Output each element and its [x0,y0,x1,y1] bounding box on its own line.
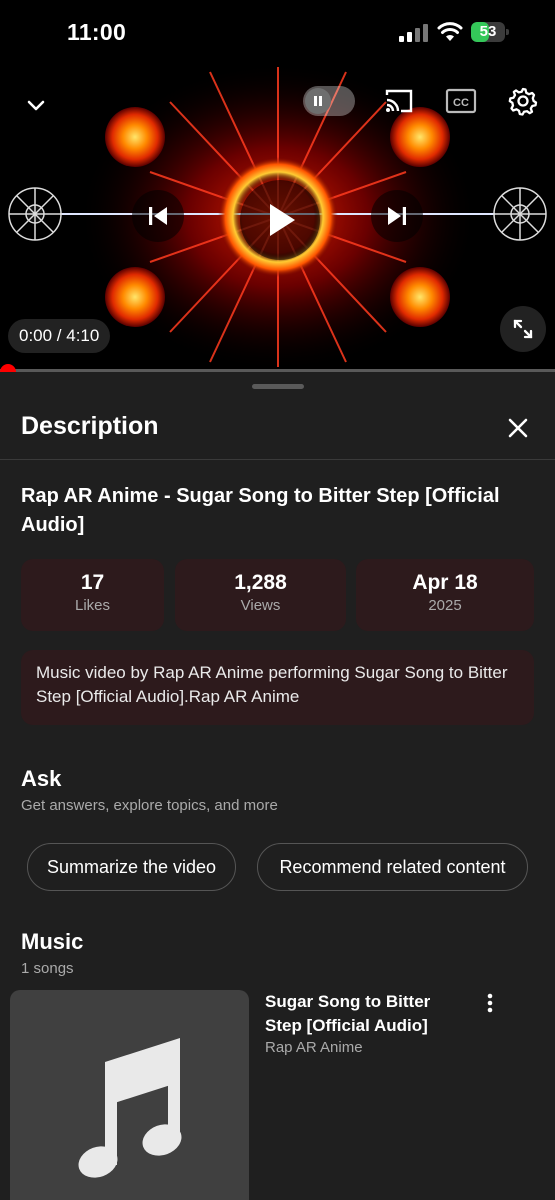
battery-percent: 53 [479,23,497,40]
song-artist: Rap AR Anime [265,1039,363,1056]
likes-label: Likes [74,597,111,614]
cast-button[interactable] [382,86,416,116]
drag-handle[interactable] [252,384,304,389]
song-title[interactable]: Sugar Song to Bitter Step [Official Audi… [265,990,465,1038]
music-note-icon [78,1038,182,1178]
play-icon [270,204,295,236]
previous-icon [149,207,167,225]
publish-year: 2025 [428,597,462,614]
next-button[interactable] [371,190,423,242]
status-bar: 11:00 53 [0,0,555,62]
likes-count: 17 [80,571,105,594]
settings-button[interactable] [506,84,540,118]
battery-icon: 53 [471,22,509,42]
description-panel: Description Rap AR Anime - Sugar Song to… [0,372,555,1200]
divider [0,459,555,460]
views-label: Views [240,597,281,614]
signal-icon [399,24,428,42]
cc-icon: CC [445,88,477,114]
more-options-button[interactable] [478,990,502,1016]
views-count: 1,288 [234,571,287,594]
captions-button[interactable]: CC [444,86,478,116]
date-stat: Apr 18 2025 [356,559,534,631]
description-text[interactable]: Music video by Rap AR Anime performing S… [21,650,534,725]
fullscreen-icon [513,319,533,339]
close-icon [508,418,528,438]
likes-stat: 17 Likes [21,559,164,631]
next-icon [388,207,406,225]
video-player[interactable]: CC 0:00 / 4:10 [0,62,555,372]
gear-icon [508,87,538,116]
time-display: 0:00 / 4:10 [8,319,111,353]
music-title: Music [21,929,84,954]
ask-subtitle: Get answers, explore topics, and more [21,797,278,814]
music-count: 1 songs [21,960,74,977]
fullscreen-button[interactable] [500,306,546,352]
publish-date: Apr 18 [412,571,478,594]
video-title: Rap AR Anime - Sugar Song to Bitter Step… [21,485,500,536]
views-stat: 1,288 Views [175,559,346,631]
pause-icon [314,96,322,106]
summarize-chip[interactable]: Summarize the video [27,843,236,891]
ask-title: Ask [21,766,62,791]
autoplay-knob [305,88,331,114]
svg-text:CC: CC [453,97,469,109]
chevron-down-icon [27,100,45,111]
cast-icon [385,89,413,113]
wifi-icon [437,22,463,41]
play-button[interactable] [240,180,320,260]
autoplay-toggle[interactable] [303,86,355,116]
close-button[interactable] [504,414,532,442]
panel-title: Description [21,412,159,440]
status-time: 11:00 [67,19,127,45]
collapse-button[interactable] [20,90,52,122]
previous-button[interactable] [132,190,184,242]
more-vertical-icon [487,993,493,1013]
recommend-chip[interactable]: Recommend related content [257,843,528,891]
song-thumbnail[interactable] [10,990,249,1200]
